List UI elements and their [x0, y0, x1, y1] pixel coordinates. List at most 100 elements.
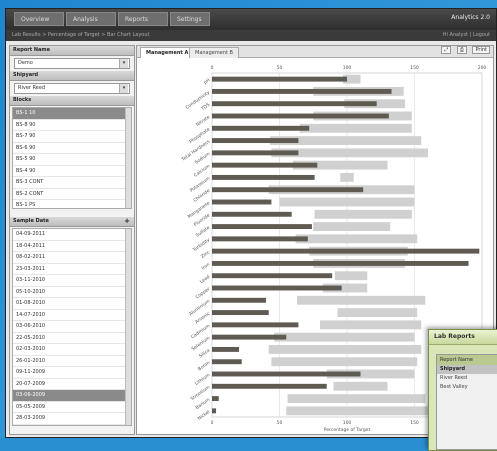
sample-date-item[interactable]: 02-03-2010: [13, 344, 131, 356]
value-bar[interactable]: [212, 187, 364, 193]
block-item[interactable]: BS-1 PS: [13, 200, 131, 208]
sample-date-item[interactable]: 01-08-2010: [13, 298, 131, 310]
value-bar[interactable]: [212, 273, 333, 279]
value-bar[interactable]: [212, 76, 347, 82]
nav-tab-reports[interactable]: Reports: [118, 12, 168, 26]
value-bar[interactable]: [212, 383, 327, 389]
value-bar[interactable]: [212, 260, 469, 266]
nav-tab-settings[interactable]: Settings: [170, 12, 210, 26]
sample-date-item[interactable]: 20-07-2009: [13, 379, 131, 390]
scrollbar[interactable]: [125, 108, 131, 208]
range-bar[interactable]: [295, 234, 418, 244]
title-bar: Overview Analysis Reports Settings Analy…: [6, 9, 496, 30]
block-item[interactable]: BS-7 90: [13, 131, 131, 143]
sample-date-item[interactable]: 28-03-2009: [13, 413, 131, 425]
category-label: TDS: [199, 102, 211, 113]
range-bar[interactable]: [334, 271, 368, 281]
value-bar[interactable]: [212, 285, 342, 291]
block-item[interactable]: BS-6 90: [13, 143, 131, 154]
nav-tab-overview[interactable]: Overview: [14, 12, 64, 26]
block-item[interactable]: BS-4 90: [13, 166, 131, 177]
range-bar[interactable]: [271, 357, 418, 367]
value-bar[interactable]: [212, 236, 308, 242]
sample-date-item[interactable]: 26-01-2010: [13, 356, 131, 367]
value-bar[interactable]: [212, 310, 269, 316]
value-bar[interactable]: [212, 334, 287, 340]
range-bar[interactable]: [337, 308, 418, 317]
report-name-select[interactable]: Demo ▾: [14, 58, 130, 69]
range-bar[interactable]: [279, 197, 415, 207]
range-bar[interactable]: [287, 394, 426, 403]
sample-date-list[interactable]: 04-09-2011 18-04-2011 08-02-2011 23-03-2011…: [12, 228, 132, 426]
value-bar[interactable]: [212, 346, 239, 352]
value-bar[interactable]: [212, 101, 377, 107]
chart-toolbar: ⤢ ⎙ Print: [437, 46, 490, 54]
block-item[interactable]: BS-2 CONT: [13, 189, 131, 200]
user-links[interactable]: Hi Analyst | Logout: [443, 30, 490, 41]
value-bar[interactable]: [212, 224, 312, 230]
add-icon[interactable]: +: [124, 217, 130, 226]
sample-date-item[interactable]: 22-05-2010: [13, 333, 131, 344]
value-bar[interactable]: [212, 408, 217, 414]
value-bar[interactable]: [212, 174, 315, 180]
breadcrumb: Lab Results > Percentage of Target > Bar…: [12, 32, 150, 38]
sample-date-item[interactable]: 08-02-2011: [13, 252, 131, 264]
sample-date-item[interactable]: 14-07-2010: [13, 310, 131, 321]
print-button[interactable]: Print: [472, 46, 490, 54]
value-bar[interactable]: [212, 371, 361, 377]
range-bar[interactable]: [313, 222, 391, 231]
range-bar[interactable]: [297, 295, 426, 305]
range-bar[interactable]: [314, 209, 412, 219]
range-bar[interactable]: [299, 123, 412, 133]
shipyard-select[interactable]: River Reed ▾: [14, 83, 130, 94]
chevron-down-icon[interactable]: ▾: [119, 84, 128, 93]
sample-date-item[interactable]: 03-06-2009: [13, 390, 131, 402]
scrollbar[interactable]: [125, 229, 131, 425]
block-item[interactable]: BS-3 CONT: [13, 177, 131, 189]
print-icon[interactable]: ⎙: [456, 46, 467, 54]
range-bar[interactable]: [274, 332, 415, 342]
popup-selected-row[interactable]: Shipyard: [437, 365, 497, 374]
chevron-down-icon[interactable]: ▾: [119, 59, 128, 68]
value-bar[interactable]: [212, 162, 318, 168]
value-bar[interactable]: [212, 248, 480, 254]
value-bar[interactable]: [212, 297, 266, 303]
popup-row[interactable]: River Reed: [437, 374, 497, 383]
sample-date-item[interactable]: 18-04-2011: [13, 241, 131, 252]
category-label: Iron: [201, 262, 212, 272]
value-bar[interactable]: [212, 396, 219, 402]
value-bar[interactable]: [212, 138, 299, 144]
popup-row[interactable]: Best Valley: [437, 383, 497, 392]
expand-icon[interactable]: ⤢: [441, 46, 452, 54]
range-bar[interactable]: [268, 345, 422, 354]
sample-date-label: Sample Date: [13, 218, 49, 224]
value-bar[interactable]: [212, 199, 272, 205]
block-item[interactable]: BS-5 90: [13, 154, 131, 166]
value-bar[interactable]: [212, 322, 299, 328]
popup-title: Lab Reports: [429, 330, 497, 345]
value-bar[interactable]: [212, 359, 242, 365]
block-item[interactable]: BS-1 10: [13, 108, 131, 120]
sample-date-item[interactable]: 03-06-2010: [13, 321, 131, 333]
sample-date-item[interactable]: 05-05-2009: [13, 402, 131, 413]
value-bar[interactable]: [212, 113, 389, 119]
value-bar[interactable]: [212, 125, 310, 131]
shipyard-header: Shipyard: [10, 71, 134, 81]
range-bar[interactable]: [340, 173, 354, 182]
category-label: Lead: [199, 274, 211, 285]
range-bar[interactable]: [320, 320, 422, 330]
value-bar[interactable]: [212, 211, 292, 217]
category-label: pH: [203, 77, 212, 85]
sample-date-item[interactable]: 05-10-2010: [13, 287, 131, 298]
nav-tab-analysis[interactable]: Analysis: [66, 12, 116, 26]
sample-date-item[interactable]: 23-03-2011: [13, 264, 131, 275]
range-bar[interactable]: [286, 406, 428, 416]
sample-date-item[interactable]: 09-11-2009: [13, 367, 131, 379]
value-bar[interactable]: [212, 88, 392, 94]
range-bar[interactable]: [333, 381, 388, 391]
blocks-list[interactable]: BS-1 10 BS-8 90 BS-7 90 BS-6 90 BS-5 90 BS-4 …: [12, 107, 132, 209]
sample-date-item[interactable]: 04-09-2011: [13, 229, 131, 241]
block-item[interactable]: BS-8 90: [13, 120, 131, 131]
value-bar[interactable]: [212, 150, 299, 156]
sample-date-item[interactable]: 03-11-2010: [13, 275, 131, 287]
